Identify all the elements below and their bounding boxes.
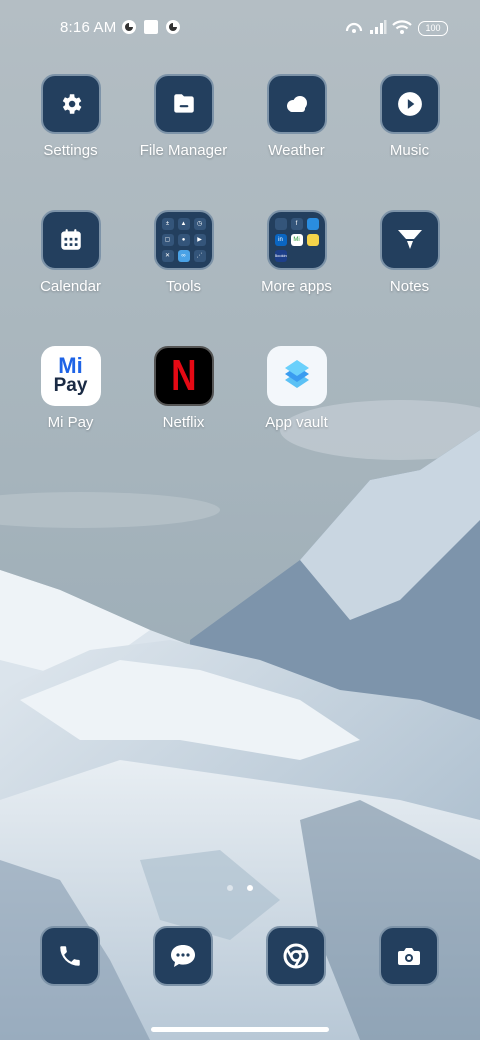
- data-saver-icon: [121, 19, 137, 39]
- shopping-icon: [274, 218, 287, 230]
- notes-icon: [397, 230, 422, 249]
- recorder-icon: ●: [177, 234, 190, 246]
- folder-more-apps[interactable]: f in Mi Booking More apps: [240, 210, 353, 295]
- app-icon: [306, 218, 319, 230]
- status-bar: 8:16 AM 100: [0, 0, 480, 56]
- square-notification-icon: [143, 19, 159, 39]
- app-label: Calendar: [40, 278, 101, 295]
- netflix-tile[interactable]: N: [153, 346, 214, 406]
- battery-icon: 100: [418, 21, 448, 36]
- app-mi-pay[interactable]: Mi Pay Mi Pay: [14, 346, 127, 431]
- folder-icon: [173, 94, 194, 113]
- dock-camera[interactable]: [379, 926, 439, 986]
- folder-tools[interactable]: ± ▲ ◷ ▢ ● ▶ ✕ ∞ ⋰ Tools: [127, 210, 240, 295]
- app-label: Netflix: [162, 414, 205, 431]
- app-music[interactable]: Music: [353, 74, 466, 159]
- linkedin-icon: in: [274, 234, 287, 246]
- app-label: Tools: [165, 278, 202, 295]
- app-netflix[interactable]: N Netflix: [127, 346, 240, 431]
- app-settings[interactable]: Settings: [14, 74, 127, 159]
- app-label: Music: [389, 142, 430, 159]
- app-notes[interactable]: Notes: [353, 210, 466, 295]
- app-icon: [306, 234, 319, 246]
- app-label: File Manager: [139, 142, 228, 159]
- messages-icon: [171, 945, 195, 967]
- more-apps-folder-tile[interactable]: f in Mi Booking: [266, 210, 327, 270]
- mi-pay-logo-bottom: Pay: [53, 375, 88, 396]
- calendar-tile[interactable]: [40, 210, 101, 270]
- app-calendar[interactable]: Calendar: [14, 210, 127, 295]
- app-app-vault[interactable]: App vault: [240, 346, 353, 431]
- hotspot-icon: [345, 19, 363, 39]
- app-label: App vault: [265, 414, 328, 431]
- cloud-icon: [286, 96, 307, 112]
- dock-chrome[interactable]: [266, 926, 326, 986]
- app-vault-tile[interactable]: [266, 346, 327, 406]
- play-icon: [397, 92, 422, 116]
- page-dot[interactable]: [226, 885, 233, 891]
- phone-icon: [60, 946, 80, 966]
- calculator-icon: ±: [161, 218, 174, 230]
- dock-phone[interactable]: [40, 926, 100, 986]
- music-tile[interactable]: [379, 74, 440, 134]
- app-label: Weather: [268, 142, 325, 159]
- gear-icon: [62, 94, 81, 114]
- mi-pay-logo: Mi Pay: [53, 353, 88, 396]
- data-saver-icon: [165, 19, 181, 39]
- mi-icon: Mi: [290, 234, 303, 246]
- notes-tile[interactable]: [379, 210, 440, 270]
- booking-icon: Booking: [274, 250, 287, 262]
- mi-pay-tile[interactable]: Mi Pay: [40, 346, 101, 406]
- home-indicator[interactable]: [151, 1027, 329, 1032]
- tools-folder-tile[interactable]: ± ▲ ◷ ▢ ● ▶ ✕ ∞ ⋰: [153, 210, 214, 270]
- screen-recorder-icon: ▶: [193, 234, 206, 246]
- app-label: Settings: [43, 142, 98, 159]
- page-indicator: [0, 878, 480, 891]
- clock-icon: ◷: [193, 218, 206, 230]
- other-icon: ⋰: [193, 250, 206, 262]
- cleaner-icon: ✕: [161, 250, 174, 262]
- app-file-manager[interactable]: File Manager: [127, 74, 240, 159]
- status-time: 8:16 AM: [60, 19, 117, 36]
- app-weather[interactable]: Weather: [240, 74, 353, 159]
- app-label: More apps: [261, 278, 332, 295]
- mi-pay-logo-top: Mi: [58, 353, 83, 378]
- settings-tile[interactable]: [40, 74, 101, 134]
- app-label: Notes: [389, 278, 430, 295]
- compass-icon: ▲: [177, 218, 190, 230]
- folder-grid-icon: f in Mi Booking: [274, 217, 320, 263]
- facebook-icon: f: [290, 218, 303, 230]
- messages-tile[interactable]: [153, 926, 213, 986]
- camera-tile[interactable]: [379, 926, 439, 986]
- scanner-icon: ▢: [161, 234, 174, 246]
- cellular-signal-icon: [369, 19, 387, 39]
- chrome-icon: [283, 943, 309, 969]
- netflix-logo: N: [170, 351, 197, 400]
- app-label: Mi Pay: [47, 414, 94, 431]
- folder-grid-icon: ± ▲ ◷ ▢ ● ▶ ✕ ∞ ⋰: [161, 217, 207, 263]
- phone-tile[interactable]: [40, 926, 100, 986]
- file-manager-tile[interactable]: [153, 74, 214, 134]
- chrome-tile[interactable]: [266, 926, 326, 986]
- camera-icon: [398, 948, 420, 965]
- app-vault-icon: [284, 360, 309, 388]
- mi-remote-icon: ∞: [177, 250, 190, 262]
- wifi-icon: [392, 19, 412, 39]
- weather-tile[interactable]: [266, 74, 327, 134]
- calendar-icon: [60, 229, 81, 250]
- dock-messages[interactable]: [153, 926, 213, 986]
